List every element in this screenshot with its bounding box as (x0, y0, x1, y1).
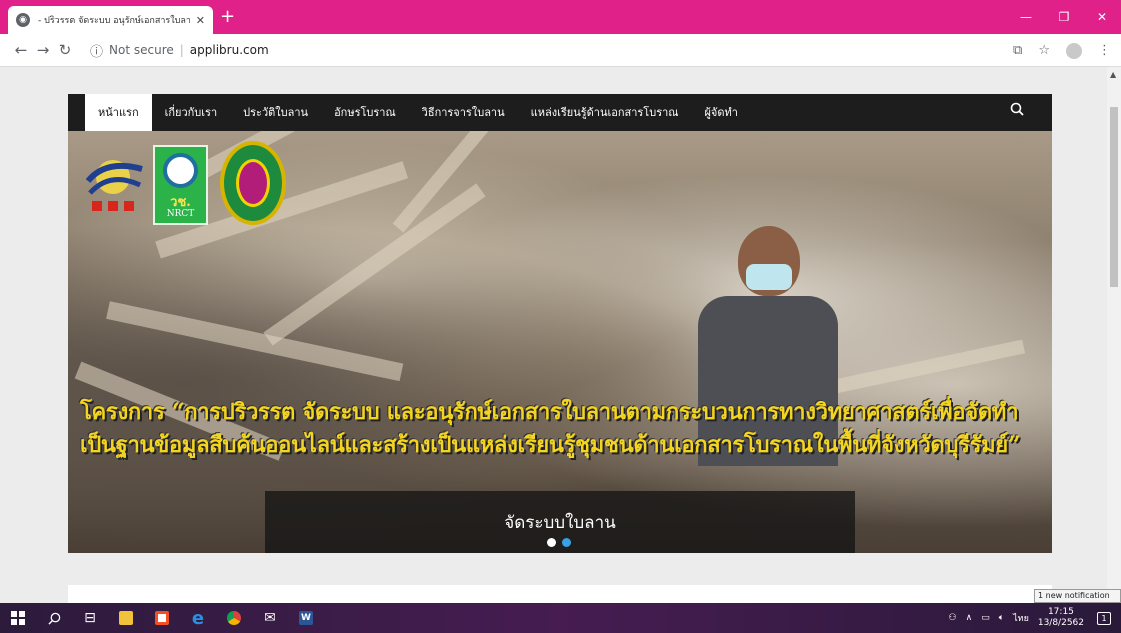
palm-leaf-decoration (392, 131, 532, 233)
people-icon[interactable]: ⚇ (949, 613, 957, 623)
slide-caption-box: จัดระบบใบลาน (265, 491, 855, 553)
university-emblem (236, 159, 270, 207)
search-icon[interactable] (1010, 94, 1024, 131)
browser-toolbar: ← → ↻ ⓘ Not secure | applibru.com ⧉ ☆ ⋮ (0, 34, 1121, 67)
chrome-icon[interactable] (216, 603, 252, 633)
nav-item-home[interactable]: หน้าแรก (85, 94, 152, 131)
page-viewport: หน้าแรก เกี่ยวกับเรา ประวัติใบลาน อักษรโ… (0, 67, 1121, 603)
scrollbar-thumb[interactable] (1110, 107, 1118, 287)
system-tray: ⚇ ∧ ▭ 🔈︎ ไทย 17:15 13/8/2562 1 (949, 603, 1121, 633)
nav-item-creators[interactable]: ผู้จัดทำ (691, 94, 750, 131)
browser-tab[interactable]: ◉ - ปริวรรต จัดระบบ อนุรักษ์เอกสารใบลา ✕ (8, 6, 213, 34)
minimize-icon[interactable]: — (1007, 0, 1045, 34)
notification-count-badge: 1 (1097, 611, 1111, 625)
nav-item-about[interactable]: เกี่ยวกับเรา (152, 94, 231, 131)
reload-icon[interactable]: ↻ (54, 41, 76, 59)
action-center-icon[interactable]: 1 (1093, 608, 1115, 628)
url-separator: | (179, 43, 184, 57)
bookmark-star-icon[interactable]: ☆ (1038, 43, 1050, 58)
taskbar-clock[interactable]: 17:15 13/8/2562 (1038, 607, 1084, 629)
file-explorer-icon[interactable] (108, 603, 144, 633)
nav-item-inscription-method[interactable]: วิธีการจารใบลาน (409, 94, 518, 131)
search-icon[interactable] (36, 603, 72, 633)
tray-chevron-up-icon[interactable]: ∧ (966, 613, 973, 623)
menu-kebab-icon[interactable]: ⋮ (1098, 43, 1111, 58)
nav-item-palm-leaf-history[interactable]: ประวัติใบลาน (230, 94, 321, 131)
nav-item-ancient-scripts[interactable]: อักษรโบราณ (321, 94, 409, 131)
mail-icon[interactable]: ✉ (252, 603, 288, 633)
worker-mask (746, 264, 792, 290)
toolbar-actions: ⧉ ☆ ⋮ (1013, 34, 1111, 67)
window-close-icon[interactable]: ✕ (1083, 0, 1121, 34)
url-text[interactable]: applibru.com (190, 43, 269, 57)
windows-taskbar: ⊟ e ✉ W ⚇ ∧ ▭ 🔈︎ ไทย 17:15 13/8/2562 1 (0, 603, 1121, 633)
slider-dot-2[interactable] (562, 538, 571, 547)
clock-date: 13/8/2562 (1037, 618, 1084, 628)
language-indicator[interactable]: ไทย (1013, 611, 1029, 625)
forward-icon[interactable]: → (32, 41, 54, 59)
info-icon[interactable]: ⓘ (90, 41, 103, 60)
windows-start-icon[interactable] (0, 603, 36, 633)
network-icon[interactable]: ▭ (981, 613, 990, 623)
logo-nrct: วช. NRCT (153, 145, 208, 225)
nrct-emblem (163, 153, 198, 188)
address-bar[interactable]: ⓘ Not secure | applibru.com (90, 41, 269, 60)
translate-icon[interactable]: ⧉ (1013, 43, 1022, 58)
slider-dot-1[interactable] (547, 538, 556, 547)
security-status: Not secure (109, 43, 174, 57)
page-scrollbar[interactable]: ▲ (1107, 67, 1121, 603)
store-icon[interactable] (144, 603, 180, 633)
close-tab-icon[interactable]: ✕ (196, 14, 205, 27)
globe-icon: ◉ (16, 13, 30, 27)
back-icon[interactable]: ← (10, 41, 32, 59)
restore-icon[interactable]: ❐ (1045, 0, 1083, 34)
content-panel (68, 585, 1052, 603)
tab-title: - ปริวรรต จัดระบบ อนุรักษ์เอกสารใบลา (38, 16, 190, 26)
logo-university (220, 141, 286, 225)
task-view-icon[interactable]: ⊟ (72, 603, 108, 633)
slider-dots (547, 538, 571, 547)
profile-avatar[interactable] (1066, 42, 1082, 59)
hero-slider[interactable]: วช. NRCT โครงการ “การปริวรรต จัดระบบ และ… (68, 131, 1052, 553)
project-headline: โครงการ “การปริวรรต จัดระบบ และอนุรักษ์เ… (80, 399, 1021, 458)
edge-icon[interactable]: e (180, 603, 216, 633)
logo-sgr (85, 151, 144, 211)
word-icon[interactable]: W (288, 603, 324, 633)
volume-icon[interactable]: 🔈︎ (999, 613, 1004, 623)
nav-item-learning-resources[interactable]: แหล่งเรียนรู้ด้านเอกสารโบราณ (518, 94, 692, 131)
nrct-logo-text: NRCT (166, 209, 195, 219)
palm-leaf-decoration (106, 301, 404, 382)
slide-caption: จัดระบบใบลาน (504, 513, 616, 533)
clock-time: 17:15 (1047, 607, 1074, 617)
browser-tab-strip: ◉ - ปริวรรต จัดระบบ อนุรักษ์เอกสารใบลา ✕… (0, 0, 1121, 34)
site-nav-menu: หน้าแรก เกี่ยวกับเรา ประวัติใบลาน อักษรโ… (68, 94, 1052, 131)
window-controls: — ❐ ✕ (1007, 0, 1121, 34)
scroll-up-icon[interactable]: ▲ (1110, 70, 1116, 79)
notification-toast[interactable]: 1 new notification (1034, 589, 1121, 603)
palm-leaf-decoration (826, 339, 1026, 395)
new-tab-button[interactable]: + (220, 8, 235, 26)
